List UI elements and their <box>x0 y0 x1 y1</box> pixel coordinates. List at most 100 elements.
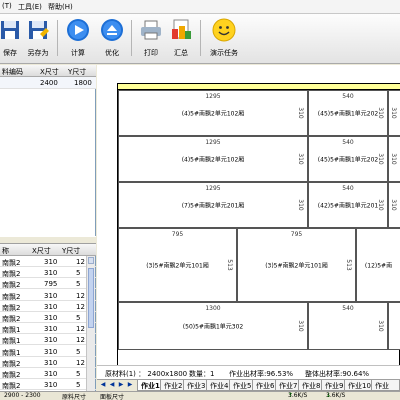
table-row[interactable]: 南飘2 310 12 <box>0 290 96 301</box>
table-row[interactable]: 南飘1 310 12 <box>0 334 96 346</box>
menu-item-tools[interactable]: 工具(E) <box>18 2 42 12</box>
status-bar: 2900 - 2300 原料尺寸 面板尺寸 ↑ 3.6K/S ↓ 3.6K/S <box>0 391 400 400</box>
cut-piece[interactable]: 540 310 (45)5#南飘1单元202 <box>308 136 388 182</box>
parts-scrollbar[interactable] <box>86 256 95 391</box>
cell-x: 310 <box>44 358 58 367</box>
job-tabs: ◀ ◀ ▶ ▶ 作业1 作业2 作业3 作业4 作业5 作业6 作业7 作业8 作业9 作业10 作… <box>97 379 400 399</box>
cut-piece[interactable]: 310 <box>388 182 400 228</box>
status-left: 2900 - 2300 <box>4 392 41 399</box>
header-code: 料编码 <box>2 68 23 76</box>
cut-piece[interactable]: 540 310 (45)5#南飘1单元202 <box>308 90 388 136</box>
status-mid: 原料尺寸 <box>62 394 87 400</box>
cell-x: 310 <box>44 370 58 378</box>
piece-width: 1295 <box>205 185 221 192</box>
material-table-header: 料编码 X尺寸 Y尺寸 <box>0 65 96 77</box>
cut-piece[interactable]: 795 513 (3)5#南飘2单元101厢 <box>237 228 356 302</box>
piece-width: 795 <box>290 231 303 238</box>
piece-width: 1295 <box>205 93 221 100</box>
layout-canvas: 1295 310 (4)5#南飘2单元102厢 540 310 (45)5#南飘1单元20… <box>97 65 400 400</box>
demo-task-label: 演示任务 <box>210 49 238 57</box>
last-tab-icon[interactable]: ▶ <box>126 381 134 390</box>
cut-piece[interactable]: (12)5#南 <box>356 228 400 302</box>
next-tab-icon[interactable]: ▶ <box>117 381 125 390</box>
prev-tab-icon[interactable]: ◀ <box>108 381 116 390</box>
save-as-button[interactable]: 另存为 <box>20 16 56 60</box>
cell-y: 12 <box>76 325 85 334</box>
cell-x: 310 <box>44 269 58 278</box>
piece-name: (50)5#南飘1单元302 <box>182 323 244 331</box>
piece-width: 1295 <box>205 139 221 146</box>
cut-piece[interactable]: 1300 310 (50)5#南飘1单元302 <box>118 302 308 350</box>
cell-x: 310 <box>44 314 58 322</box>
table-row[interactable]: 南飘2 310 5 <box>0 267 96 279</box>
cut-piece[interactable]: 310 <box>388 90 400 136</box>
table-row[interactable]: 南飘2 310 5 <box>0 312 96 323</box>
cut-piece[interactable]: 540 310 <box>308 302 388 350</box>
piece-width: 1300 <box>205 305 221 312</box>
panel-splitter[interactable] <box>0 236 96 244</box>
scroll-thumb[interactable] <box>88 268 94 328</box>
table-row[interactable]: 南飘2 310 5 <box>0 379 96 391</box>
cell-y: 5 <box>76 269 81 278</box>
piece-name: (7)5#南飘2单元201厢 <box>181 202 245 210</box>
cell-y: 5 <box>76 280 81 289</box>
header-y: Y尺寸 <box>68 68 87 76</box>
table-row[interactable]: 南飘2 310 12 <box>0 256 96 267</box>
menu-item-view[interactable]: (T) <box>2 2 12 10</box>
first-tab-icon[interactable]: ◀ <box>99 381 107 390</box>
cut-piece[interactable]: 1295 310 (4)5#南飘2单元102厢 <box>118 90 308 136</box>
piece-width: 540 <box>342 93 354 100</box>
piece-name: (12)5#南 <box>364 262 393 270</box>
calculate-button[interactable]: 计算 <box>60 16 96 60</box>
piece-name: (4)5#南飘2单元102厢 <box>181 110 245 118</box>
piece-height: 310 <box>377 320 384 332</box>
material-board: 1295 310 (4)5#南飘2单元102厢 540 310 (45)5#南飘1单元20… <box>117 83 400 400</box>
demo-task-button[interactable]: 演示任务 <box>206 16 242 60</box>
smiley-icon <box>212 18 236 42</box>
piece-name: (4)5#南飘2单元102厢 <box>181 156 245 164</box>
table-row[interactable]: 南飘2 310 12 <box>0 357 96 368</box>
cell-y: 5 <box>76 347 81 356</box>
cut-piece[interactable]: 1295 310 (4)5#南飘2单元102厢 <box>118 136 308 182</box>
toolbar-separator <box>131 20 132 56</box>
cell-y: 12 <box>76 336 85 345</box>
optimize-button[interactable]: 优化 <box>94 16 130 60</box>
save-as-icon <box>29 21 49 39</box>
cell-x: 2400 <box>40 79 58 87</box>
cut-piece[interactable] <box>388 302 400 350</box>
work-rate: 作业出材率:96.53% <box>229 370 294 378</box>
table-row[interactable]: 南飘2 310 5 <box>0 368 96 379</box>
piece-width: 795 <box>171 231 184 238</box>
table-row[interactable]: 南飘1 310 5 <box>0 346 96 357</box>
piece-name: (42)5#南飘1单元201 <box>317 202 379 210</box>
menu-bar: (T) 工具(E) 帮助(H) <box>0 0 400 14</box>
cell-x: 795 <box>44 280 58 289</box>
piece-name: (45)5#南飘1单元202 <box>317 110 379 118</box>
summary-button[interactable]: 汇总 <box>163 16 199 60</box>
stats-bar: 原材料(1) ： 2400x1800 数量：1 作业出材率:96.53% 整体出… <box>97 365 400 379</box>
floppy-icon <box>1 21 19 39</box>
cut-piece[interactable]: 540 310 (42)5#南飘1单元201 <box>308 182 388 228</box>
menu-item-help[interactable]: 帮助(H) <box>48 2 73 12</box>
table-row[interactable]: 南飘2 795 5 <box>0 278 96 290</box>
table-row[interactable]: 南飘1 310 12 <box>0 323 96 335</box>
cell-y: 5 <box>76 370 81 378</box>
status-mid2: 面板尺寸 <box>100 394 125 400</box>
toolbar: 保存 另存为 计算 优化 打印 汇总 演示任务 <box>0 14 400 64</box>
table-row[interactable]: 南飘2 310 12 <box>0 301 96 312</box>
tab-job[interactable]: 作业11 <box>371 380 400 399</box>
piece-name: (45)5#南飘1单元202 <box>317 156 379 164</box>
scroll-up-arrow[interactable] <box>88 257 94 264</box>
cell-y: 5 <box>76 381 81 390</box>
optimize-label: 优化 <box>105 49 119 57</box>
printer-icon <box>141 20 161 40</box>
cut-piece[interactable]: 310 <box>388 136 400 182</box>
cut-piece[interactable]: 795 513 (3)5#南飘2单元101厢 <box>118 228 237 302</box>
cell-y: 1800 <box>74 79 92 87</box>
toolbar-separator <box>200 20 201 56</box>
toolbar-separator <box>57 20 58 56</box>
table-row[interactable]: 2400 1800 <box>0 77 96 89</box>
parts-table: 称 X尺寸 Y尺寸 南飘2 310 12 南飘2 310 5 南飘2 795 5 南飘2 310 12… <box>0 244 96 391</box>
header-x: X尺寸 <box>32 247 51 255</box>
cut-piece[interactable]: 1295 310 (7)5#南飘2单元201厢 <box>118 182 308 228</box>
